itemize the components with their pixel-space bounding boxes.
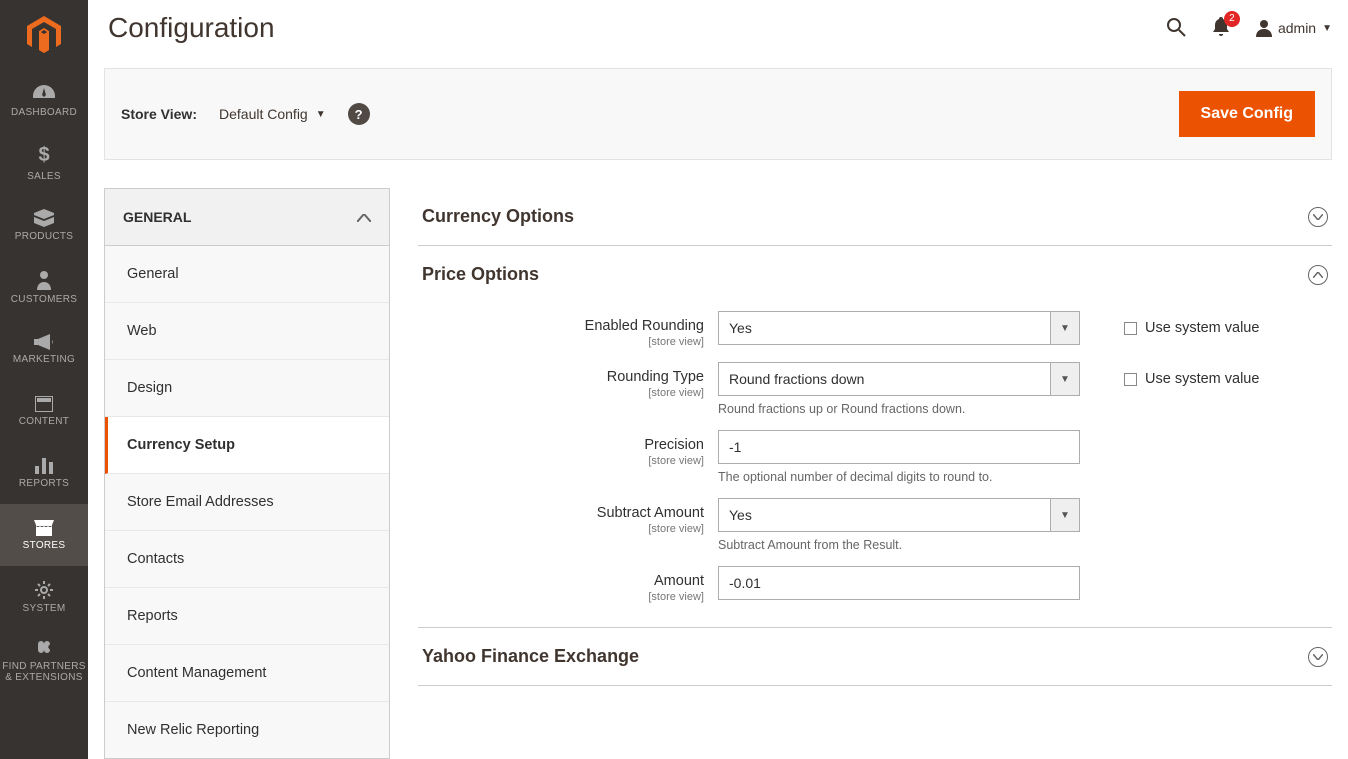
store-view-value: Default Config xyxy=(219,106,308,122)
caret-down-icon: ▼ xyxy=(1050,362,1080,396)
field-precision: Precision [store view] The optional numb… xyxy=(418,430,1332,484)
caret-down-icon: ▼ xyxy=(1322,23,1332,34)
user-icon xyxy=(1256,19,1272,37)
chevron-up-icon xyxy=(357,209,371,225)
config-nav-item-currency-setup[interactable]: Currency Setup xyxy=(105,417,389,474)
precision-input[interactable] xyxy=(718,430,1080,464)
save-config-button[interactable]: Save Config xyxy=(1179,91,1315,137)
field-rounding-type: Rounding Type [store view] Round fractio… xyxy=(418,362,1332,416)
field-label: Rounding Type xyxy=(607,369,704,385)
nav-marketing[interactable]: MARKETING xyxy=(0,318,88,380)
use-system-value-checkbox[interactable] xyxy=(1124,322,1137,335)
field-scope: [store view] xyxy=(418,387,704,399)
field-label: Precision xyxy=(644,437,704,453)
magento-logo-icon xyxy=(27,16,61,54)
field-label: Subtract Amount xyxy=(597,505,704,521)
config-nav-item-general[interactable]: General xyxy=(105,246,389,303)
nav-reports[interactable]: REPORTS xyxy=(0,442,88,504)
use-system-value-checkbox[interactable] xyxy=(1124,373,1137,386)
collapse-up-icon xyxy=(1308,265,1328,285)
use-system-value-label: Use system value xyxy=(1145,371,1259,387)
config-nav-item-web[interactable]: Web xyxy=(105,303,389,360)
amount-input[interactable] xyxy=(718,566,1080,600)
nav-partners[interactable]: FIND PARTNERS & EXTENSIONS xyxy=(0,628,88,696)
expand-down-icon xyxy=(1308,647,1328,667)
layout-icon xyxy=(35,396,53,412)
store-icon xyxy=(34,520,54,536)
gauge-icon xyxy=(33,85,55,103)
search-icon[interactable] xyxy=(1166,17,1186,40)
page-title: Configuration xyxy=(104,12,275,44)
subtract-amount-select[interactable]: Yes ▼ xyxy=(718,498,1080,532)
dollar-icon: $ xyxy=(38,144,49,167)
field-label: Enabled Rounding xyxy=(585,318,704,334)
config-nav-item-new-relic[interactable]: New Relic Reporting xyxy=(105,702,389,758)
admin-sidebar: DASHBOARD $ SALES PRODUCTS CUSTOMERS MAR… xyxy=(0,0,88,759)
magento-logo[interactable] xyxy=(0,0,88,70)
help-icon[interactable]: ? xyxy=(348,103,370,125)
field-help: Subtract Amount from the Result. xyxy=(718,538,1080,552)
use-system-value-label: Use system value xyxy=(1145,320,1259,336)
field-scope: [store view] xyxy=(418,455,704,467)
notifications-button[interactable]: 2 xyxy=(1212,17,1230,40)
field-scope: [store view] xyxy=(418,336,704,348)
nav-customers[interactable]: CUSTOMERS xyxy=(0,256,88,318)
bar-chart-icon xyxy=(35,458,53,474)
config-nav-item-contacts[interactable]: Contacts xyxy=(105,531,389,588)
section-price-options[interactable]: Price Options xyxy=(418,246,1332,303)
config-nav-item-content-management[interactable]: Content Management xyxy=(105,645,389,702)
store-view-label: Store View: xyxy=(121,106,197,122)
config-nav: GENERAL General Web Design Currency Setu… xyxy=(104,188,390,759)
nav-dashboard[interactable]: DASHBOARD xyxy=(0,70,88,132)
field-scope: [store view] xyxy=(418,591,704,603)
field-help: Round fractions up or Round fractions do… xyxy=(718,402,1080,416)
nav-content[interactable]: CONTENT xyxy=(0,380,88,442)
caret-down-icon: ▼ xyxy=(1050,311,1080,345)
partners-icon xyxy=(34,641,54,657)
nav-system[interactable]: SYSTEM xyxy=(0,566,88,628)
store-view-select[interactable]: Default Config ▼ xyxy=(219,106,326,122)
gear-icon xyxy=(35,581,53,599)
field-amount: Amount [store view] xyxy=(418,566,1332,603)
nav-products[interactable]: PRODUCTS xyxy=(0,194,88,256)
rounding-type-select[interactable]: Round fractions down ▼ xyxy=(718,362,1080,396)
field-label: Amount xyxy=(654,573,704,589)
config-nav-item-reports[interactable]: Reports xyxy=(105,588,389,645)
field-help: The optional number of decimal digits to… xyxy=(718,470,1080,484)
config-nav-item-store-email[interactable]: Store Email Addresses xyxy=(105,474,389,531)
config-nav-item-design[interactable]: Design xyxy=(105,360,389,417)
nav-stores[interactable]: STORES xyxy=(0,504,88,566)
section-yahoo-finance[interactable]: Yahoo Finance Exchange xyxy=(418,628,1332,685)
megaphone-icon xyxy=(34,334,54,350)
user-label: admin xyxy=(1278,20,1316,36)
person-icon xyxy=(37,270,51,290)
field-enabled-rounding: Enabled Rounding [store view] Yes ▼ xyxy=(418,311,1332,348)
config-nav-group-general[interactable]: GENERAL xyxy=(105,189,389,246)
expand-down-icon xyxy=(1308,207,1328,227)
caret-down-icon: ▼ xyxy=(316,109,326,120)
box-icon xyxy=(34,209,54,227)
field-subtract-amount: Subtract Amount [store view] Yes ▼ Subtr… xyxy=(418,498,1332,552)
field-scope: [store view] xyxy=(418,523,704,535)
section-currency-options[interactable]: Currency Options xyxy=(418,188,1332,245)
user-menu[interactable]: admin ▼ xyxy=(1256,19,1332,37)
nav-sales[interactable]: $ SALES xyxy=(0,132,88,194)
caret-down-icon: ▼ xyxy=(1050,498,1080,532)
notification-badge: 2 xyxy=(1224,11,1240,27)
enabled-rounding-select[interactable]: Yes ▼ xyxy=(718,311,1080,345)
